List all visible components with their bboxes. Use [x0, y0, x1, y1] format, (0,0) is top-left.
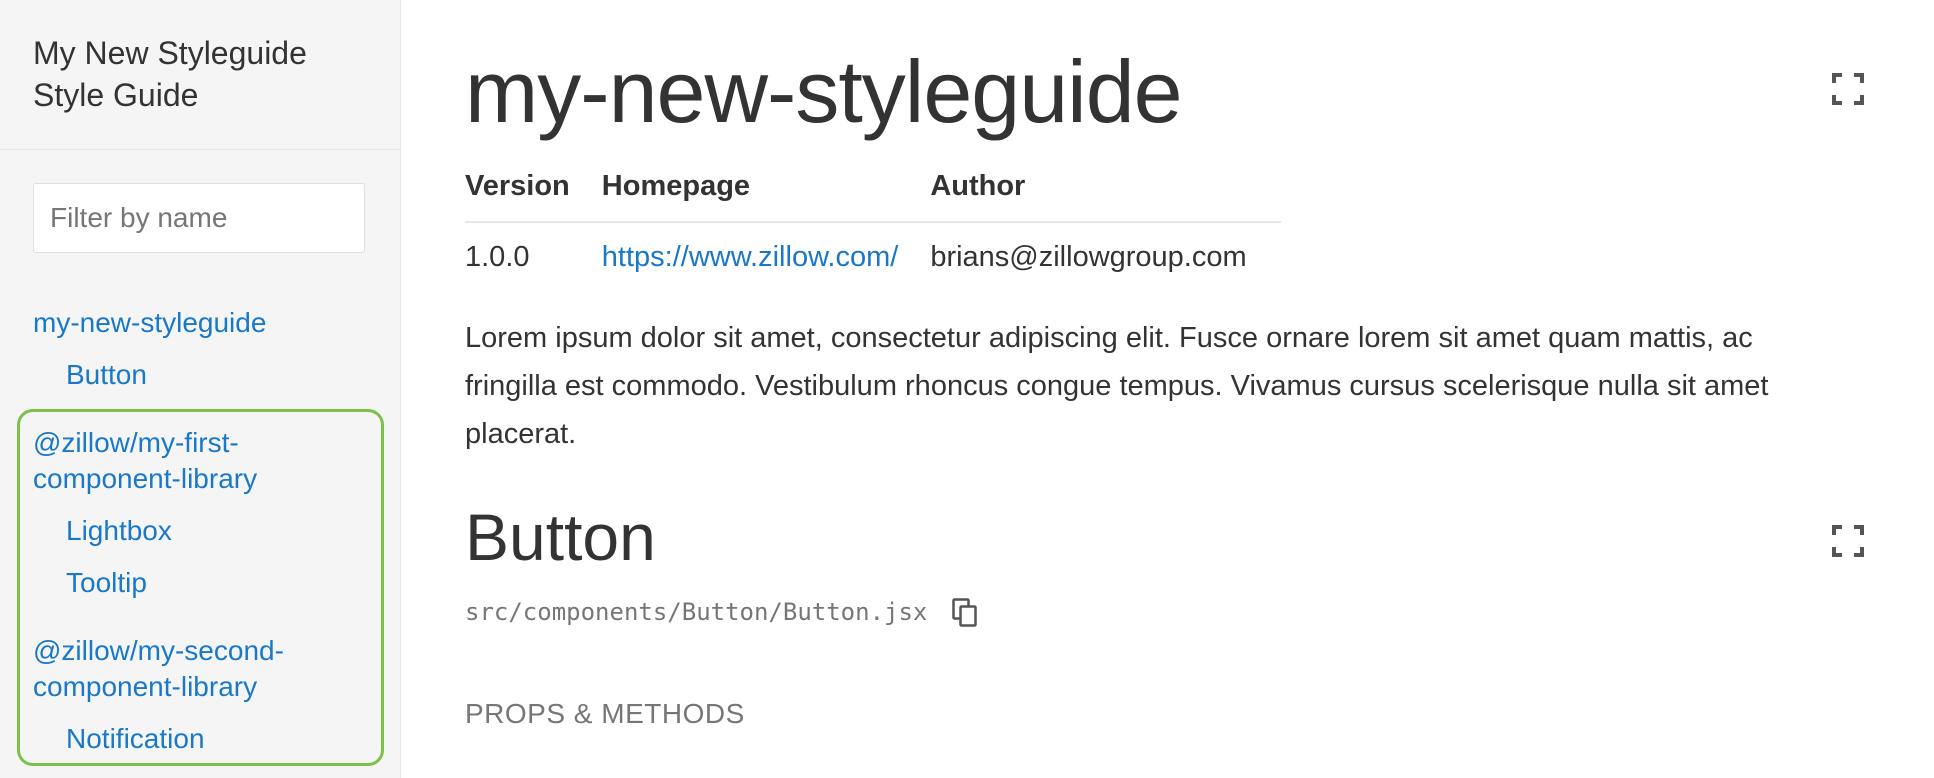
page-title: my-new-styleguide — [465, 42, 1183, 141]
filter-input[interactable] — [33, 183, 365, 253]
nav-group-label-line: component-library — [33, 671, 258, 702]
homepage-cell: https://www.zillow.com/ — [602, 222, 931, 274]
nav-group-label-line: @zillow/my-first- — [33, 427, 239, 458]
nav-group-my-second-component-library[interactable]: @zillow/my-second- component-library — [33, 633, 284, 705]
nav-group-label-line: @zillow/my-second- — [33, 635, 284, 666]
package-meta-table: Version Homepage Author 1.0.0 https://ww… — [465, 170, 1281, 274]
homepage-link[interactable]: https://www.zillow.com/ — [602, 241, 899, 273]
nav-item-notification[interactable]: Notification — [66, 721, 205, 757]
section-title-button: Button — [465, 500, 656, 574]
column-header-version: Version — [465, 170, 602, 223]
version-value: 1.0.0 — [465, 241, 530, 273]
sidebar: My New Styleguide Style Guide my-new-sty… — [0, 0, 401, 778]
nav-item-lightbox[interactable]: Lightbox — [66, 513, 172, 549]
nav-item-tooltip[interactable]: Tooltip — [66, 565, 147, 601]
styleguide-app: My New Styleguide Style Guide my-new-sty… — [0, 0, 1934, 778]
table-header-row: Version Homepage Author — [465, 170, 1281, 223]
sidebar-header: My New Styleguide Style Guide — [0, 0, 400, 150]
component-path-text: src/components/Button/Button.jsx — [465, 598, 928, 626]
nav-item-button[interactable]: Button — [66, 357, 147, 393]
copy-icon[interactable] — [952, 598, 978, 628]
component-path: src/components/Button/Button.jsx — [465, 596, 978, 628]
column-header-author: Author — [930, 170, 1281, 223]
table-row: 1.0.0 https://www.zillow.com/ brians@zil… — [465, 222, 1281, 274]
nav-group-my-first-component-library[interactable]: @zillow/my-first- component-library — [33, 425, 257, 497]
nav-group-label-line: component-library — [33, 463, 258, 494]
package-description: Lorem ipsum dolor sit amet, consectetur … — [465, 322, 1769, 450]
author-value: brians@zillowgroup.com — [930, 241, 1247, 273]
fullscreen-icon[interactable] — [1832, 525, 1864, 557]
column-header-homepage: Homepage — [601, 170, 931, 223]
main-content: my-new-styleguide Version Homepage Autho… — [401, 0, 1934, 778]
sidebar-title: My New Styleguide Style Guide — [33, 35, 307, 113]
props-methods-heading[interactable]: PROPS & METHODS — [465, 696, 745, 732]
nav-group-my-new-styleguide[interactable]: my-new-styleguide — [33, 305, 266, 341]
fullscreen-icon[interactable] — [1832, 73, 1864, 105]
